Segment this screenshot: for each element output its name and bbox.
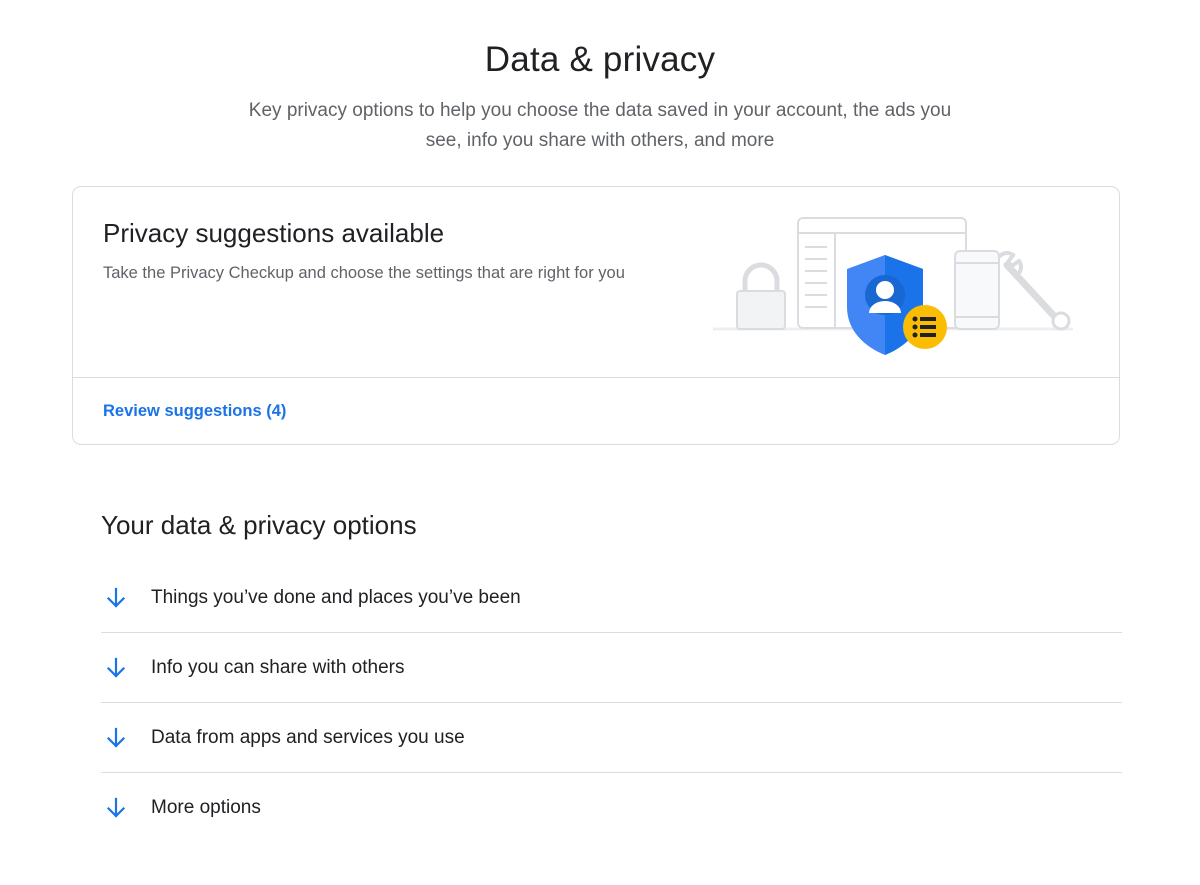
option-more-options[interactable]: More options	[101, 773, 1122, 843]
option-label: Things you’ve done and places you’ve bee…	[151, 586, 521, 608]
option-info-share[interactable]: Info you can share with others	[101, 633, 1122, 703]
option-label: More options	[151, 797, 261, 818]
option-apps-data[interactable]: Data from apps and services you use	[101, 703, 1122, 773]
padlock-icon	[736, 262, 786, 330]
privacy-suggestions-card: Privacy suggestions available Take the P…	[72, 186, 1120, 445]
privacy-options-list: Things you’ve done and places you’ve bee…	[101, 563, 1122, 843]
list-badge-icon	[903, 305, 947, 349]
phone-icon	[954, 250, 1000, 330]
page-subtitle-line-2: see, info you share with others, and mor…	[425, 130, 775, 151]
option-label: Data from apps and services you use	[151, 726, 465, 748]
page-subtitle: Key privacy options to help you choose t…	[210, 96, 990, 156]
section-title: Your data & privacy options	[101, 510, 417, 540]
page-subtitle-line-1: Key privacy options to help you choose t…	[248, 100, 952, 121]
wrench-icon	[997, 251, 1071, 331]
data-privacy-page: Data & privacy Key privacy options to he…	[0, 0, 1200, 885]
privacy-checkup-illustration	[713, 217, 1073, 355]
card-divider	[73, 377, 1119, 378]
option-things-done[interactable]: Things you’ve done and places you’ve bee…	[101, 563, 1122, 633]
card-title: Privacy suggestions available	[103, 218, 445, 248]
arrow-down-icon	[101, 793, 131, 823]
arrow-down-icon	[101, 723, 131, 753]
page-title: Data & privacy	[484, 40, 716, 79]
review-suggestions-link[interactable]: Review suggestions (4)	[103, 402, 286, 421]
arrow-down-icon	[101, 583, 131, 613]
card-description: Take the Privacy Checkup and choose the …	[103, 264, 625, 282]
arrow-down-icon	[101, 653, 131, 683]
option-label: Info you can share with others	[151, 656, 405, 678]
